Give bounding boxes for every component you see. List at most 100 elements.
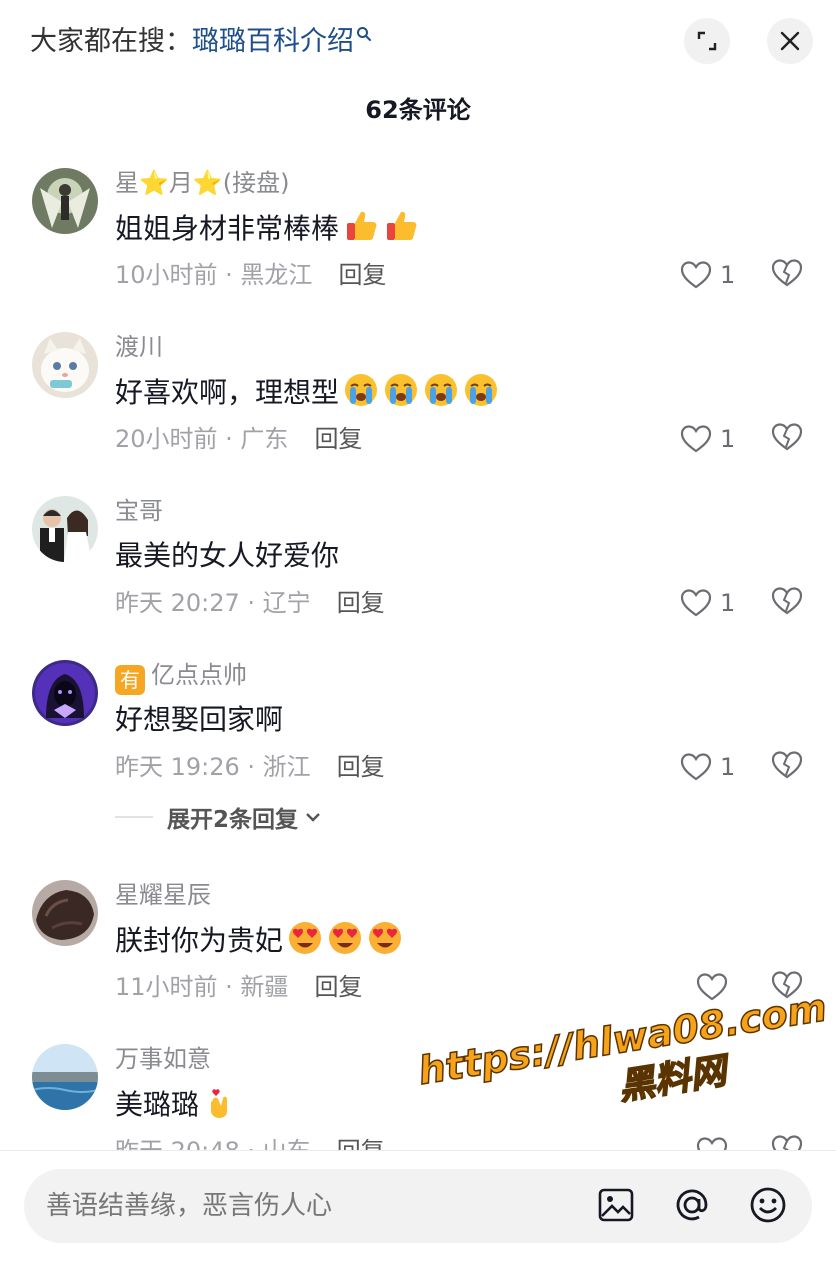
comment-item: 星耀星辰 朕封你为贵妃 11小时前 · 新疆 回复 xyxy=(0,862,836,1022)
broken-heart-icon xyxy=(771,587,803,615)
top-bar: 大家都在搜：璐璐百科介绍 xyxy=(0,0,836,84)
comment-username[interactable]: 星耀星辰 xyxy=(115,878,211,912)
fan-badge: 有 xyxy=(115,665,145,695)
broken-heart-icon xyxy=(771,423,803,451)
finger-heart-emoji xyxy=(211,1089,228,1118)
like-button[interactable]: 1 xyxy=(680,750,735,784)
crying-face-emoji xyxy=(385,374,418,406)
expand-button[interactable] xyxy=(684,18,730,64)
comment-text: 朕封你为贵妃 xyxy=(115,920,403,961)
comment-meta: 20小时前 · 广东 回复 xyxy=(115,422,362,456)
comment-username[interactable]: 星⭐月⭐(接盘) xyxy=(115,166,290,200)
comment-meta: 昨天 20:27 · 辽宁 回复 xyxy=(115,586,385,620)
comment-username[interactable]: 宝哥 xyxy=(115,494,163,528)
broken-heart-icon xyxy=(771,1135,803,1150)
search-suggestion-prefix: 大家都在搜： xyxy=(30,26,192,57)
heart-icon xyxy=(680,425,712,453)
heart-eyes-emoji xyxy=(289,922,322,954)
emoji-button[interactable] xyxy=(748,1183,788,1227)
avatar[interactable] xyxy=(32,880,98,946)
reply-button[interactable]: 回复 xyxy=(337,589,385,617)
chevron-down-icon xyxy=(306,813,320,822)
avatar[interactable] xyxy=(32,1044,98,1110)
comment-text: 最美的女人好爱你 xyxy=(115,539,340,572)
comment-time-location: 20小时前 · 广东 xyxy=(115,425,289,453)
comment-text: 美璐璐 xyxy=(115,1084,239,1125)
heart-eyes-emoji xyxy=(329,922,362,954)
comment-time-location: 10小时前 · 黑龙江 xyxy=(115,261,313,289)
comment-text: 姐姐身材非常棒棒 xyxy=(115,208,419,249)
like-button[interactable]: 1 xyxy=(680,586,735,620)
dislike-button[interactable] xyxy=(771,970,803,1004)
avatar[interactable] xyxy=(32,168,98,234)
comment-time-location: 昨天 20:27 · 辽宁 xyxy=(115,589,311,617)
reply-button[interactable]: 回复 xyxy=(314,425,362,453)
like-count: 1 xyxy=(720,261,736,289)
comment-text-body: 姐姐身材非常棒棒 xyxy=(115,212,340,245)
search-suggestion[interactable]: 大家都在搜：璐璐百科介绍 xyxy=(30,22,372,62)
comment-item: 星⭐月⭐(接盘) 姐姐身材非常棒棒 10小时前 · 黑龙江 回复 1 xyxy=(0,150,836,310)
comment-username[interactable]: 有亿点点帅 xyxy=(115,658,247,695)
comment-time-location: 11小时前 · 新疆 xyxy=(115,973,289,1001)
thumbs-up-emoji xyxy=(347,211,377,240)
search-suggestion-keyword[interactable]: 璐璐百科介绍 xyxy=(192,26,354,57)
comment-item: 渡川 好喜欢啊，理想型 20小时前 · 广东 回复 1 xyxy=(0,314,836,474)
heart-icon xyxy=(680,753,712,781)
like-button[interactable] xyxy=(696,1134,736,1150)
dislike-button[interactable] xyxy=(771,1134,803,1150)
broken-heart-icon xyxy=(771,259,803,287)
comment-meta: 10小时前 · 黑龙江 回复 xyxy=(115,258,386,292)
crying-face-emoji xyxy=(465,374,498,406)
comment-input[interactable]: 善语结善缘，恶言伤人心 xyxy=(24,1169,812,1243)
comment-username[interactable]: 万事如意 xyxy=(115,1042,211,1076)
like-button[interactable]: 1 xyxy=(680,422,735,456)
reply-button[interactable]: 回复 xyxy=(338,261,386,289)
mention-button[interactable] xyxy=(672,1183,712,1227)
reply-button[interactable]: 回复 xyxy=(314,973,362,1001)
avatar[interactable] xyxy=(32,496,98,562)
comment-text: 好想娶回家啊 xyxy=(115,703,284,736)
heart-icon xyxy=(680,589,712,617)
reply-button[interactable]: 回复 xyxy=(337,1137,385,1150)
like-count: 1 xyxy=(720,425,736,453)
comment-meta: 昨天 19:26 · 浙江 回复 xyxy=(115,750,385,784)
like-button[interactable]: 1 xyxy=(680,258,735,292)
comment-input-placeholder: 善语结善缘，恶言伤人心 xyxy=(46,1191,333,1221)
heart-icon xyxy=(680,261,712,289)
like-button[interactable] xyxy=(696,970,736,1004)
thumbs-up-emoji xyxy=(387,211,417,240)
comment-meta: 昨天 20:48 · 山东 回复 xyxy=(115,1134,385,1150)
dislike-button[interactable] xyxy=(771,586,803,620)
comment-count-title: 62条评论 xyxy=(365,96,471,124)
broken-heart-icon xyxy=(771,971,803,999)
dislike-button[interactable] xyxy=(771,422,803,456)
dislike-button[interactable] xyxy=(771,750,803,784)
comment-item: 万事如意 美璐璐 昨天 20:48 · 山东 回复 xyxy=(0,1026,836,1150)
comment-username[interactable]: 渡川 xyxy=(115,330,163,364)
comment-item: 宝哥 最美的女人好爱你 昨天 20:27 · 辽宁 回复 1 xyxy=(0,478,836,638)
reply-button[interactable]: 回复 xyxy=(337,753,385,781)
dislike-button[interactable] xyxy=(771,258,803,292)
close-button[interactable] xyxy=(767,18,813,64)
like-count: 1 xyxy=(720,753,736,781)
expand-replies-button[interactable]: 展开2条回复 xyxy=(115,800,322,834)
crying-face-emoji xyxy=(425,374,458,406)
comment-username-text: 亿点点帅 xyxy=(151,661,247,689)
comment-item: 有亿点点帅 好想娶回家啊 昨天 19:26 · 浙江 回复 1 xyxy=(0,642,836,802)
crying-face-emoji xyxy=(345,374,378,406)
avatar[interactable] xyxy=(32,660,98,726)
expand-icon xyxy=(697,31,717,51)
image-button[interactable] xyxy=(596,1183,636,1227)
search-icon xyxy=(357,27,371,41)
comment-meta: 11小时前 · 新疆 回复 xyxy=(115,970,362,1004)
comment-text: 好喜欢啊，理想型 xyxy=(115,372,499,413)
heart-icon xyxy=(696,973,728,1001)
comment-input-bar: 善语结善缘，恶言伤人心 xyxy=(0,1150,836,1280)
expand-replies-label: 展开2条回复 xyxy=(167,807,299,833)
heart-icon xyxy=(696,1137,728,1150)
heart-eyes-emoji xyxy=(369,922,402,954)
comment-time-location: 昨天 19:26 · 浙江 xyxy=(115,753,311,781)
avatar[interactable] xyxy=(32,332,98,398)
comment-text-body: 美璐璐 xyxy=(115,1088,200,1121)
comment-list[interactable]: 星⭐月⭐(接盘) 姐姐身材非常棒棒 10小时前 · 黑龙江 回复 1 渡川 好喜欢… xyxy=(0,150,836,1150)
